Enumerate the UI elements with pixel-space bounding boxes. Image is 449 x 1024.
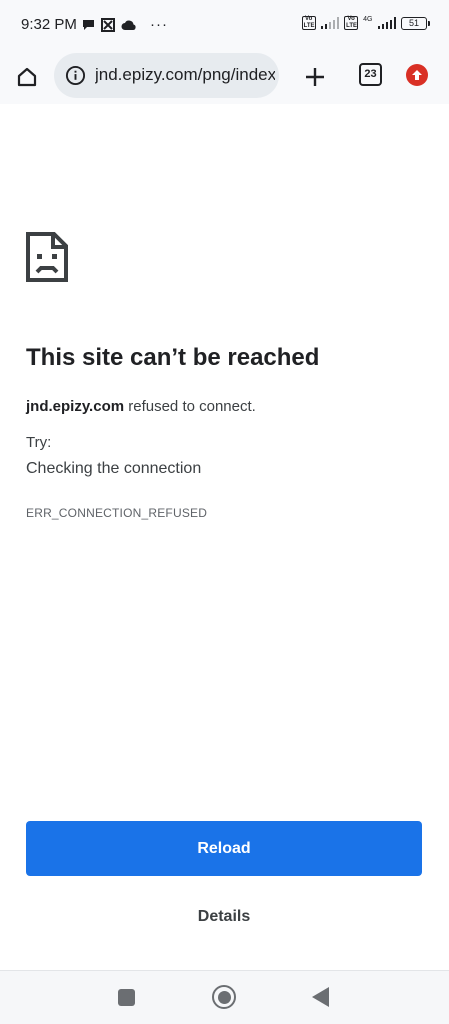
cloud-icon: [121, 20, 136, 30]
network-type-label: 4G: [363, 15, 373, 23]
reload-button[interactable]: Reload: [26, 821, 422, 876]
error-host: jnd.epizy.com: [26, 398, 125, 415]
signal-icon-2: [377, 17, 396, 29]
back-icon[interactable]: [312, 987, 329, 1007]
error-code: ERR_CONNECTION_REFUSED: [26, 506, 208, 520]
system-icons: Vo LTE Vo LTE 4G 51: [301, 15, 430, 30]
url-text[interactable]: jnd.epizy.com/png/index: [95, 65, 275, 85]
update-button[interactable]: [406, 64, 428, 86]
status-bar: 9:32 PM ··· Vo LTE Vo LTE 4G 51: [0, 0, 449, 52]
details-button[interactable]: Details: [174, 898, 274, 936]
address-bar[interactable]: jnd.epizy.com/png/index: [54, 53, 279, 98]
recents-icon[interactable]: [118, 989, 135, 1006]
home-circle-icon[interactable]: [212, 985, 236, 1009]
more-notifications-icon: ···: [150, 16, 168, 33]
home-button[interactable]: [13, 63, 41, 91]
app-notification-icon: [101, 17, 115, 32]
notification-icons: ···: [82, 16, 168, 33]
error-message: jnd.epizy.com refused to connect.: [26, 398, 256, 415]
info-icon[interactable]: [65, 65, 86, 86]
suggestion-item: Checking the connection: [26, 460, 202, 477]
volte-icon: Vo LTE: [301, 16, 316, 30]
update-arrow-icon: [412, 70, 422, 80]
home-icon: [17, 67, 37, 87]
error-message-text: refused to connect.: [124, 398, 256, 415]
system-navigation-bar: [0, 970, 449, 1024]
plus-icon[interactable]: [300, 62, 330, 92]
try-label: Try:: [26, 434, 52, 451]
volte-icon-2: Vo LTE: [344, 16, 359, 30]
error-title: This site can’t be reached: [26, 344, 320, 371]
battery-icon: 51: [401, 16, 430, 30]
tab-switcher-button[interactable]: 23: [359, 63, 382, 86]
chat-bubble-icon: [83, 19, 94, 30]
signal-icon: [320, 17, 340, 29]
sad-document-icon: [26, 232, 68, 282]
status-time: 9:32 PM: [21, 16, 77, 33]
browser-toolbar: jnd.epizy.com/png/index 23: [0, 52, 449, 104]
